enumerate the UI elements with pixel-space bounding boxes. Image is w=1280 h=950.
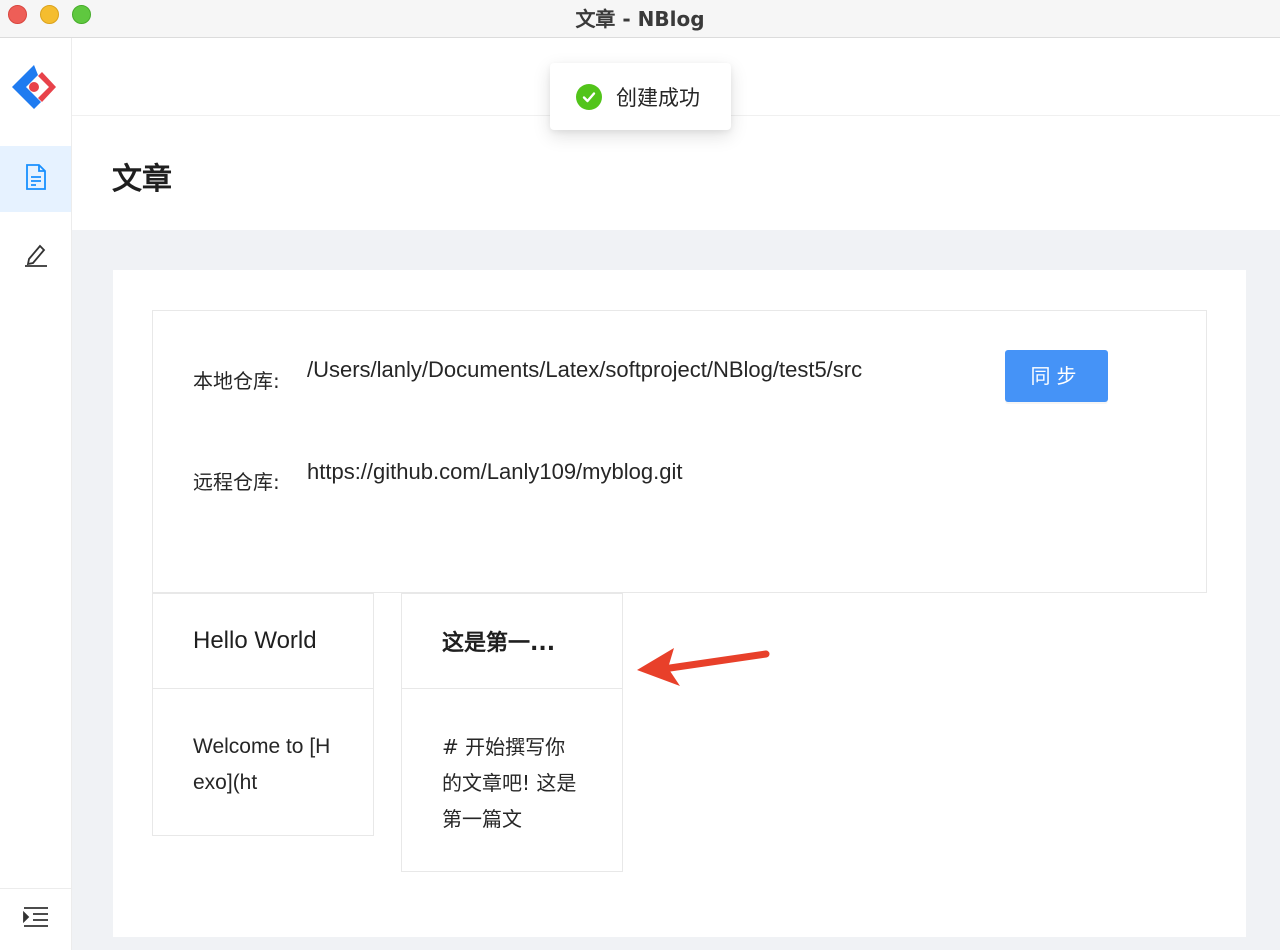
sync-button[interactable]: 同步 xyxy=(1005,350,1108,402)
annotation-arrow-icon xyxy=(637,648,770,686)
check-circle-icon xyxy=(576,83,602,110)
post-title: Hello World xyxy=(153,594,373,689)
post-title: 这是第一... xyxy=(402,594,622,689)
post-card[interactable]: Hello World Welcome to [Hexo](ht xyxy=(152,593,374,836)
document-icon xyxy=(24,163,48,196)
post-excerpt: Welcome to [Hexo](ht xyxy=(193,735,331,794)
remote-repo-url: https://github.com/Lanly109/myblog.git xyxy=(307,459,683,484)
post-card[interactable]: 这是第一... # 开始撰写你的文章吧! 这是第一篇文 xyxy=(401,593,623,872)
menu-indent-icon xyxy=(22,906,49,933)
local-repo-path: /Users/lanly/Documents/Latex/softproject… xyxy=(307,357,863,382)
toast-message: 创建成功 xyxy=(616,85,700,110)
app-logo-icon xyxy=(8,62,60,114)
sidebar-item-articles[interactable] xyxy=(0,146,71,212)
sidebar-collapse-toggle[interactable] xyxy=(0,888,71,950)
post-excerpt: # 开始撰写你的文章吧! 这是第一篇文 xyxy=(442,735,577,831)
sidebar-item-editor[interactable] xyxy=(0,223,71,289)
repo-info-panel: 本地仓库: /Users/lanly/Documents/Latex/softp… xyxy=(152,310,1207,593)
page-header: 文章 xyxy=(72,116,1280,230)
window-title: 文章 - NBlog xyxy=(575,7,705,31)
remote-repo-label: 远程仓库: xyxy=(193,470,280,494)
page-title: 文章 xyxy=(112,162,172,197)
sidebar xyxy=(0,38,72,950)
edit-icon xyxy=(23,241,49,272)
success-toast: 创建成功 xyxy=(550,63,731,130)
window-titlebar: 文章 - NBlog xyxy=(0,0,1280,38)
local-repo-label: 本地仓库: xyxy=(193,369,280,393)
